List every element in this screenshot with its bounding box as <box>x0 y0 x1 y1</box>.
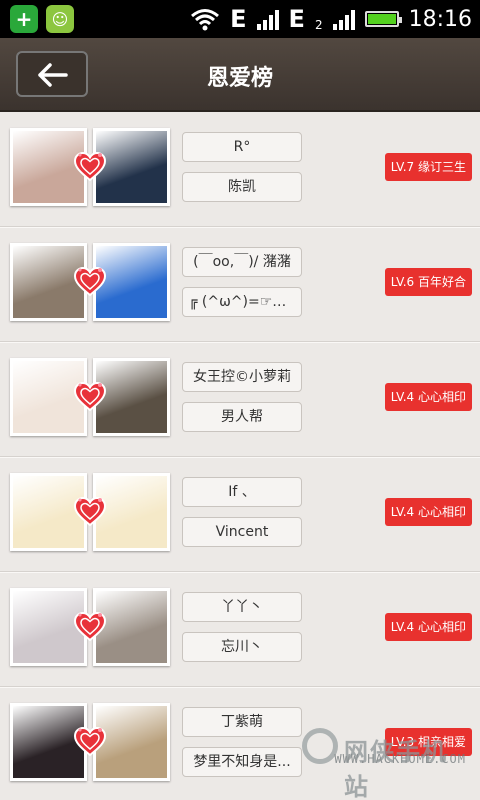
heart-icon <box>73 496 107 528</box>
watermark-logo-icon <box>302 728 338 764</box>
level-badge: LV.7 缘订三生 <box>384 153 472 181</box>
watermark-url: WWW.HACKHOME.COM <box>334 752 466 766</box>
battery-fill <box>367 14 396 24</box>
partner-a-name[interactable]: 女王控©小萝莉 <box>182 362 302 392</box>
network-type-1: E <box>230 5 247 33</box>
heart-icon <box>73 611 107 643</box>
app-notification-icon: + <box>10 5 38 33</box>
watermark: 网侠手机站 WWW.HACKHOME.COM <box>302 722 472 800</box>
avatar-photo <box>96 246 167 318</box>
notification-icons: + ☺ <box>10 5 74 33</box>
couple-row[interactable]: (￣oo,￣)/ 潴潴 ╔ (^ω^)=☞猪... LV.6 百年好合 <box>0 227 480 343</box>
avatar-photo <box>96 131 167 203</box>
partner-b-name[interactable]: 忘川丶 <box>182 632 302 662</box>
title-bar: 恩爱榜 <box>0 38 480 112</box>
partner-a-name[interactable]: R° <box>182 132 302 162</box>
network-type-2: E <box>288 5 305 33</box>
partner-b-name[interactable]: Vincent <box>182 517 302 547</box>
signal-1-icon <box>256 8 279 30</box>
partner-a-name[interactable]: (￣oo,￣)/ 潴潴 <box>182 247 302 277</box>
partner-b-name[interactable]: ╔ (^ω^)=☞猪... <box>182 287 302 317</box>
couple-row[interactable]: R° 陈凯 LV.7 缘订三生 <box>0 112 480 228</box>
clock: 18:16 <box>408 6 472 32</box>
couple-ranking-list: R° 陈凯 LV.7 缘订三生 (￣oo,￣)/ 潴潴 ╔ (^ω^)=☞猪... LV.… <box>0 112 480 800</box>
sim-2-label: 2 <box>314 18 323 32</box>
avatar-photo <box>96 361 167 433</box>
avatar-photo <box>96 476 167 548</box>
avatar-photo <box>96 591 167 663</box>
level-badge: LV.6 百年好合 <box>384 268 472 296</box>
level-badge: LV.4 心心相印 <box>384 498 472 526</box>
alarm-notification-icon: ☺ <box>46 5 74 33</box>
partner-b-name[interactable]: 陈凯 <box>182 172 302 202</box>
couple-row[interactable]: 女王控©小萝莉 男人帮 LV.4 心心相印 <box>0 342 480 458</box>
heart-icon <box>73 726 107 758</box>
watermark-brand: 网侠手机站 <box>344 738 448 800</box>
battery-icon <box>364 11 402 27</box>
heart-icon <box>73 151 107 183</box>
signal-2-icon <box>332 8 355 30</box>
couple-row[interactable]: If 、 Vincent LV.4 心心相印 <box>0 457 480 573</box>
partner-a-name[interactable]: 丫丫丶 <box>182 592 302 622</box>
system-indicators: E E 2 18:16 <box>190 5 472 33</box>
heart-icon <box>73 266 107 298</box>
page-title: 恩爱榜 <box>206 66 273 91</box>
level-badge: LV.4 心心相印 <box>384 613 472 641</box>
status-bar: + ☺ E E 2 18:16 <box>0 0 480 38</box>
partner-a-name[interactable]: If 、 <box>182 477 302 507</box>
partner-b-name[interactable]: 男人帮 <box>182 402 302 432</box>
level-badge: LV.4 心心相印 <box>384 383 472 411</box>
partner-a-name[interactable]: 丁紫萌 <box>182 707 302 737</box>
partner-b-name[interactable]: 梦里不知身是... <box>182 747 302 777</box>
avatar-photo <box>96 706 167 778</box>
couple-row[interactable]: 丫丫丶忘川丶 LV.4 心心相印 <box>0 572 480 688</box>
wifi-icon <box>191 9 220 31</box>
heart-icon <box>73 381 107 413</box>
